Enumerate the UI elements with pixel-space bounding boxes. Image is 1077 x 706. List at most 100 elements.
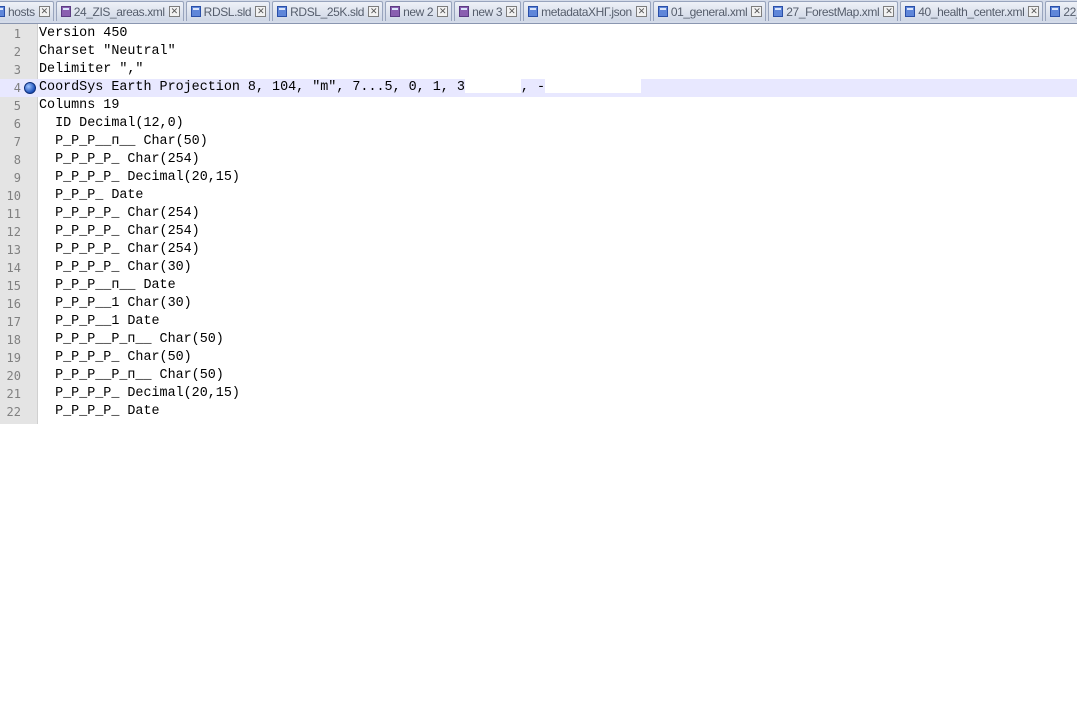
code-line[interactable]: 6 ID Decimal(12,0) <box>0 115 1077 133</box>
line-text-content: Columns 19 <box>39 98 120 113</box>
line-text: Columns 19 <box>39 97 119 115</box>
tab-bar: hosts ✕ 24_ZIS_areas.xml ✕ RDSL.sld ✕ RDSL_25K… <box>0 0 1077 24</box>
close-tab-icon[interactable]: ✕ <box>635 6 647 17</box>
code-line[interactable]: 20 Р_Р_Р__Р_п__ Char(50) <box>0 367 1077 385</box>
line-text: Р_Р_Р_Р_ Decimal(20,15) <box>39 385 240 403</box>
close-tab-icon[interactable]: ✕ <box>38 6 50 17</box>
tab-strip: hosts ✕ 24_ZIS_areas.xml ✕ RDSL.sld ✕ RDSL_25K… <box>0 1 1077 21</box>
code-line[interactable]: 15 Р_Р_Р__п__ Date <box>0 277 1077 295</box>
close-tab-icon[interactable]: ✕ <box>751 6 763 17</box>
line-number: 10 <box>6 189 21 203</box>
file-tab[interactable]: 40_health_center.xml ✕ <box>900 1 1044 21</box>
close-tab-icon[interactable]: ✕ <box>437 6 449 17</box>
code-line[interactable]: 13 Р_Р_Р_Р_ Char(254) <box>0 241 1077 259</box>
file-tab[interactable]: RDSL_25K.sld ✕ <box>272 1 384 21</box>
editor-area[interactable]: 1 Version 450 2 Charset "Neutral" 3 Delimiter… <box>0 24 1077 706</box>
tab-label: 24_ZIS_areas.xml <box>73 4 165 19</box>
line-text: Р_Р_Р__1 Char(30) <box>39 295 192 313</box>
line-text: Р_Р_Р_Р_ Date <box>39 403 160 421</box>
unsaved-file-icon <box>60 6 71 17</box>
file-tab[interactable]: 01_general.xml ✕ <box>652 1 767 21</box>
redacted-region <box>464 79 521 94</box>
close-tab-icon[interactable]: ✕ <box>168 6 180 17</box>
code-line[interactable]: 5 Columns 19 <box>0 97 1077 115</box>
file-tab[interactable]: metadataXHГ.json ✕ <box>523 1 651 21</box>
line-text-content: Р_Р_Р_Р_ Char(254) <box>39 152 200 167</box>
line-text-content: Р_Р_Р_ Date <box>39 188 144 203</box>
code-line[interactable]: 10 Р_Р_Р_ Date <box>0 187 1077 205</box>
line-text-content: Р_Р_Р_Р_ Date <box>39 404 160 419</box>
line-text: Р_Р_Р_Р_ Char(254) <box>39 223 200 241</box>
tab-label: new 2 <box>403 4 434 19</box>
line-text: ID Decimal(12,0) <box>39 115 184 133</box>
close-tab-icon[interactable]: ✕ <box>255 6 267 17</box>
line-number: 2 <box>13 45 21 59</box>
code-line[interactable]: 17 Р_Р_Р__1 Date <box>0 313 1077 331</box>
close-tab-icon[interactable]: ✕ <box>506 6 518 17</box>
tab-label: metadataXHГ.json <box>541 4 632 19</box>
line-text: Р_Р_Р__п__ Date <box>39 277 176 295</box>
line-text: Р_Р_Р__Р_п__ Char(50) <box>39 367 224 385</box>
code-line[interactable]: 19 Р_Р_Р_Р_ Char(50) <box>0 349 1077 367</box>
line-number: 4 <box>13 81 21 95</box>
saved-file-icon <box>773 6 784 17</box>
line-text: Р_Р_Р__1 Date <box>39 313 160 331</box>
close-tab-icon[interactable]: ✕ <box>1028 6 1040 17</box>
code-line[interactable]: 7 Р_Р_Р__п__ Char(50) <box>0 133 1077 151</box>
line-number: 3 <box>13 63 21 77</box>
bookmark-icon[interactable] <box>24 82 36 94</box>
line-text-content: Р_Р_Р__п__ Char(50) <box>39 134 208 149</box>
code-line[interactable]: 11 Р_Р_Р_Р_ Char(254) <box>0 205 1077 223</box>
line-text-content: Р_Р_Р_Р_ Char(254) <box>39 224 200 239</box>
line-number: 11 <box>6 207 21 221</box>
saved-file-icon <box>277 6 288 17</box>
code-line[interactable]: 2 Charset "Neutral" <box>0 43 1077 61</box>
file-tab[interactable]: 27_ForestMap.xml ✕ <box>768 1 899 21</box>
line-text-continuation: , - <box>520 80 546 95</box>
line-text: Р_Р_Р_Р_ Char(30) <box>39 259 192 277</box>
line-text: Delimiter "," <box>39 61 143 79</box>
tab-label: RDSL.sld <box>203 4 252 19</box>
line-text-content: CoordSys Earth Projection 8, 104, "m", 7… <box>39 80 465 95</box>
file-tab[interactable]: new 2 ✕ <box>385 1 453 21</box>
close-tab-icon[interactable]: ✕ <box>883 6 895 17</box>
line-text-content: Р_Р_Р__1 Date <box>39 314 160 329</box>
line-text: Charset "Neutral" <box>39 43 176 61</box>
line-text: Р_Р_Р_Р_ Char(50) <box>39 349 192 367</box>
code-view[interactable]: 1 Version 450 2 Charset "Neutral" 3 Delimiter… <box>0 25 1077 421</box>
line-number: 7 <box>13 135 21 149</box>
unsaved-file-icon <box>390 6 401 17</box>
line-text-content: Charset "Neutral" <box>39 44 176 59</box>
line-number: 8 <box>13 153 21 167</box>
line-text: Р_Р_Р_Р_ Char(254) <box>39 151 200 169</box>
file-tab[interactable]: 22_FireC <box>1045 1 1077 21</box>
tab-label: 40_health_center.xml <box>918 4 1025 19</box>
unsaved-file-icon <box>459 6 470 17</box>
line-text: CoordSys Earth Projection 8, 104, "m", 7… <box>39 79 642 97</box>
tab-label: hosts <box>8 4 35 19</box>
code-line[interactable]: 8 Р_Р_Р_Р_ Char(254) <box>0 151 1077 169</box>
tab-label: new 3 <box>472 4 503 19</box>
line-number: 1 <box>13 27 21 41</box>
line-number: 5 <box>13 99 21 113</box>
code-line[interactable]: 18 Р_Р_Р__Р_п__ Char(50) <box>0 331 1077 349</box>
file-tab[interactable]: new 3 ✕ <box>454 1 522 21</box>
close-tab-icon[interactable]: ✕ <box>368 6 380 17</box>
code-line[interactable]: 12 Р_Р_Р_Р_ Char(254) <box>0 223 1077 241</box>
line-text: Р_Р_Р_ Date <box>39 187 143 205</box>
code-line[interactable]: 16 Р_Р_Р__1 Char(30) <box>0 295 1077 313</box>
saved-file-icon <box>0 6 5 17</box>
file-tab[interactable]: hosts ✕ <box>0 1 54 21</box>
line-number: 21 <box>6 387 21 401</box>
code-line[interactable]: 14 Р_Р_Р_Р_ Char(30) <box>0 259 1077 277</box>
file-tab[interactable]: RDSL.sld ✕ <box>185 1 271 21</box>
code-line[interactable]: 22 Р_Р_Р_Р_ Date <box>0 403 1077 421</box>
code-line[interactable]: 3 Delimiter "," <box>0 61 1077 79</box>
code-line[interactable]: 9 Р_Р_Р_Р_ Decimal(20,15) <box>0 169 1077 187</box>
redacted-region <box>545 79 642 94</box>
code-line[interactable]: 21 Р_Р_Р_Р_ Decimal(20,15) <box>0 385 1077 403</box>
file-tab[interactable]: 24_ZIS_areas.xml ✕ <box>55 1 184 21</box>
line-text: Р_Р_Р__Р_п__ Char(50) <box>39 331 224 349</box>
code-line[interactable]: 1 Version 450 <box>0 25 1077 43</box>
code-line[interactable]: 4 CoordSys Earth Projection 8, 104, "m", … <box>0 79 1077 97</box>
